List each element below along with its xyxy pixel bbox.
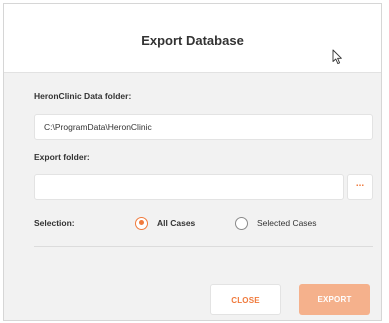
radio-all-cases[interactable]: All Cases [135, 215, 195, 231]
dialog-title: Export Database [141, 33, 244, 48]
data-folder-input[interactable] [34, 114, 373, 140]
export-database-dialog: Export Database HeronClinic Data folder:… [3, 3, 382, 321]
selection-label: Selection: [34, 218, 75, 228]
data-folder-label: HeronClinic Data folder: [34, 91, 132, 101]
browse-folder-button[interactable]: ... [347, 174, 373, 200]
radio-checked-icon[interactable] [135, 216, 148, 230]
mouse-cursor-icon [332, 49, 342, 65]
export-button[interactable]: EXPORT [299, 284, 370, 315]
divider [34, 246, 373, 247]
export-folder-input[interactable] [34, 174, 344, 200]
radio-selected-cases[interactable]: Selected Cases [235, 215, 317, 231]
close-button[interactable]: CLOSE [210, 284, 281, 315]
radio-unchecked-icon[interactable] [235, 216, 248, 230]
radio-all-cases-label: All Cases [157, 218, 196, 228]
dialog-header: Export Database [4, 4, 381, 73]
radio-selected-cases-label: Selected Cases [257, 218, 317, 228]
export-folder-label: Export folder: [34, 152, 90, 162]
